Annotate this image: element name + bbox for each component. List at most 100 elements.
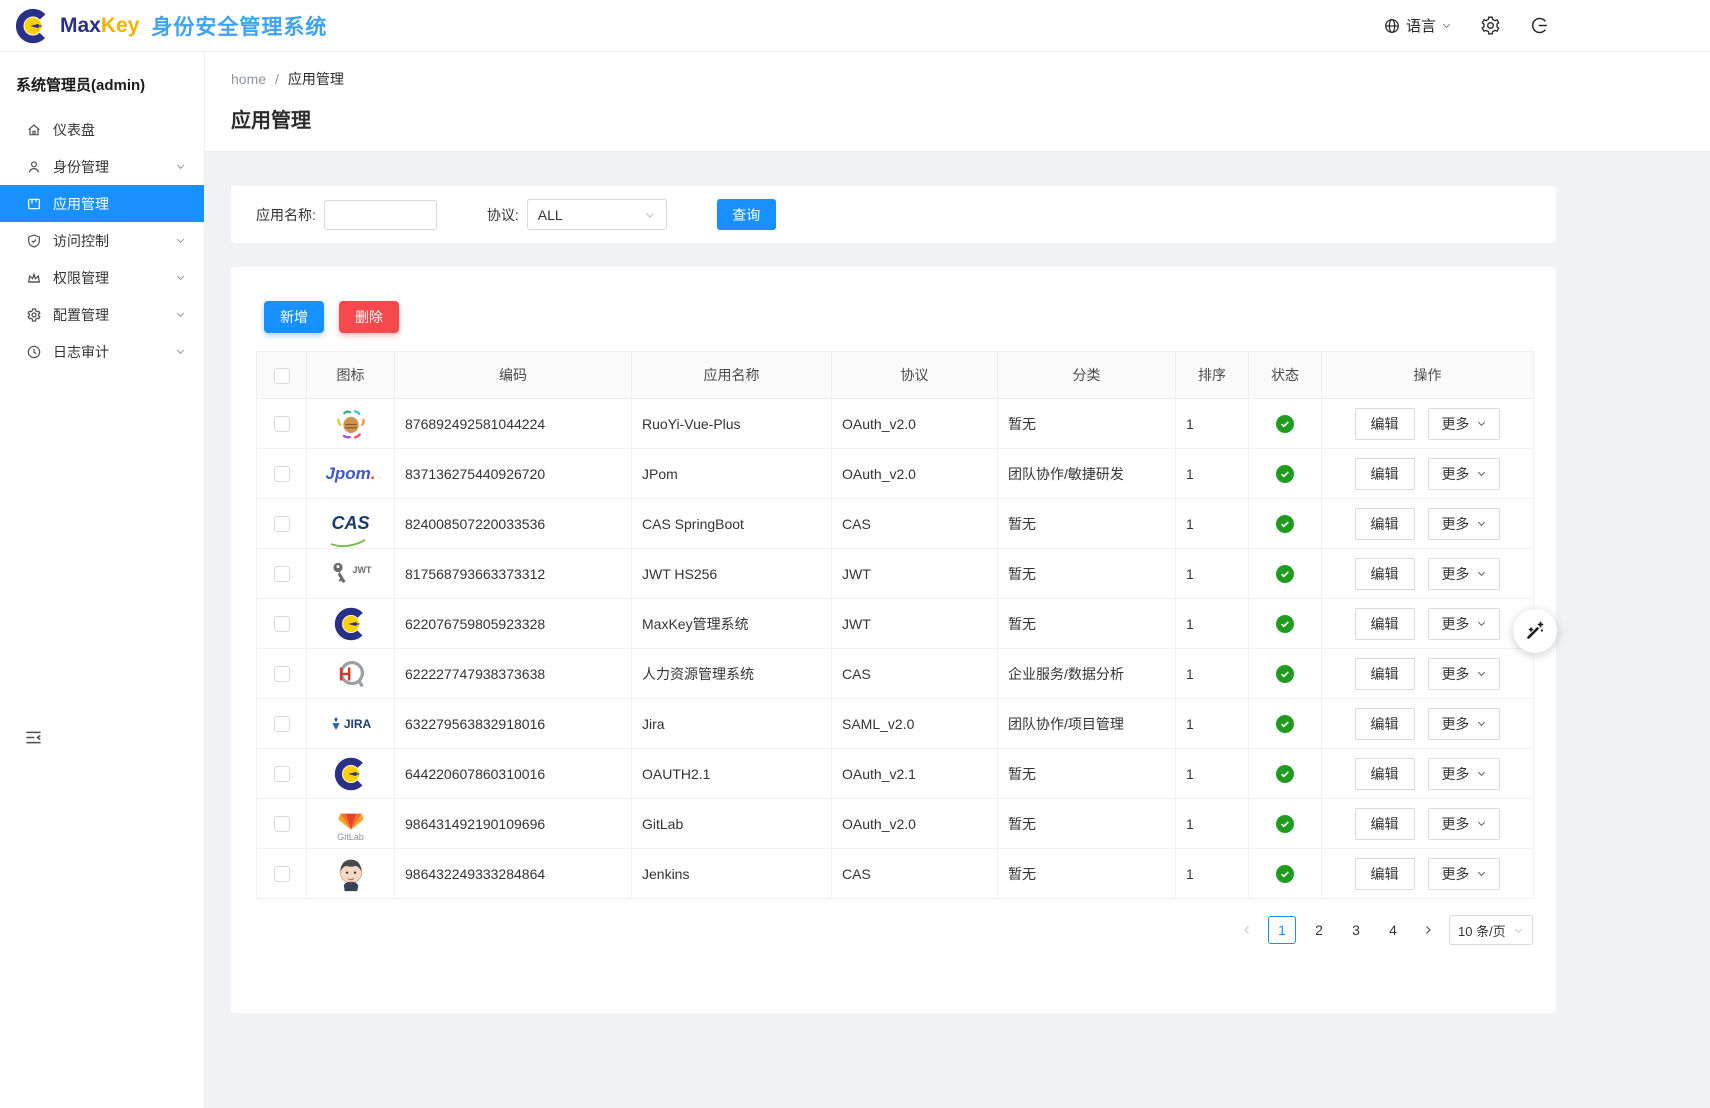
edit-button[interactable]: 编辑: [1355, 708, 1415, 740]
app-sort: 1: [1176, 549, 1249, 599]
select-all-checkbox[interactable]: [274, 368, 290, 384]
jira-app-icon: JIRA: [330, 704, 371, 744]
sidebar-nav: 仪表盘 身份管理 应用管理 访问控制: [0, 111, 204, 370]
protocol-select[interactable]: ALL: [527, 199, 667, 230]
search-button[interactable]: 查询: [717, 199, 776, 230]
table-row: JIRA 632279563832918016 Jira SAML_v2.0 团…: [257, 699, 1534, 749]
maxkey-logo-icon: [14, 7, 52, 45]
sidebar-item-permissions[interactable]: 权限管理: [0, 259, 204, 296]
edit-button[interactable]: 编辑: [1355, 608, 1415, 640]
more-button[interactable]: 更多: [1428, 758, 1500, 790]
sidebar-item-applications[interactable]: 应用管理: [0, 185, 204, 222]
page-size-value: 10 条/页: [1458, 921, 1506, 940]
crown-icon: [26, 270, 42, 286]
sidebar-collapse-button[interactable]: [24, 728, 43, 747]
maxkey-app-icon: [333, 606, 369, 642]
more-button[interactable]: 更多: [1428, 808, 1500, 840]
chevron-down-icon: [1476, 868, 1487, 879]
table-row: JWT 817568793663373312 JWT HS256 JWT 暂无 …: [257, 549, 1534, 599]
row-checkbox[interactable]: [274, 666, 290, 682]
more-button[interactable]: 更多: [1428, 458, 1500, 490]
add-button[interactable]: 新增: [264, 301, 324, 333]
row-checkbox[interactable]: [274, 866, 290, 882]
edit-button[interactable]: 编辑: [1355, 458, 1415, 490]
edit-button[interactable]: 编辑: [1355, 658, 1415, 690]
app-logo: MaxKey 身份安全管理系统: [14, 7, 327, 45]
app-protocol: SAML_v2.0: [832, 699, 998, 749]
pagination-page-3[interactable]: 3: [1342, 916, 1370, 944]
app-name: 人力资源管理系统: [632, 649, 832, 699]
more-button[interactable]: 更多: [1428, 558, 1500, 590]
app-name: Jenkins: [632, 849, 832, 899]
row-checkbox[interactable]: [274, 466, 290, 482]
app-sort: 1: [1176, 599, 1249, 649]
logout-button[interactable]: [1529, 15, 1550, 36]
chevron-down-icon: [175, 346, 186, 357]
app-category: 暂无: [998, 849, 1176, 899]
row-checkbox[interactable]: [274, 766, 290, 782]
sidebar-item-access-control[interactable]: 访问控制: [0, 222, 204, 259]
more-button[interactable]: 更多: [1428, 658, 1500, 690]
app-code: 632279563832918016: [395, 699, 632, 749]
row-checkbox[interactable]: [274, 516, 290, 532]
pagination-page-4[interactable]: 4: [1379, 916, 1407, 944]
edit-button[interactable]: 编辑: [1355, 558, 1415, 590]
current-user-label: 系统管理员(admin): [0, 52, 204, 103]
gitlab-app-icon: GitLab: [337, 804, 365, 844]
delete-button[interactable]: 删除: [339, 301, 399, 333]
sidebar-item-configuration[interactable]: 配置管理: [0, 296, 204, 333]
chevron-down-icon: [175, 309, 186, 320]
more-button[interactable]: 更多: [1428, 608, 1500, 640]
app-code: 817568793663373312: [395, 549, 632, 599]
pagination-page-1[interactable]: 1: [1268, 916, 1296, 944]
breadcrumb-home-link[interactable]: home: [231, 71, 266, 87]
chevron-down-icon: [175, 161, 186, 172]
app-name-filter-input[interactable]: [324, 200, 437, 230]
pagination-page-2[interactable]: 2: [1305, 916, 1333, 944]
row-checkbox[interactable]: [274, 816, 290, 832]
ai-assistant-button[interactable]: [1513, 609, 1557, 653]
app-sort: 1: [1176, 699, 1249, 749]
column-header-category: 分类: [998, 352, 1176, 399]
status-enabled-icon: [1276, 665, 1294, 683]
app-category: 暂无: [998, 749, 1176, 799]
settings-button[interactable]: [1480, 15, 1501, 36]
edit-button[interactable]: 编辑: [1355, 408, 1415, 440]
app-code: 876892492581044224: [395, 399, 632, 449]
jwt-app-icon: JWT: [330, 554, 372, 594]
app-code: 986431492190109696: [395, 799, 632, 849]
app-sort: 1: [1176, 649, 1249, 699]
pagination-next-button[interactable]: [1416, 916, 1440, 944]
jpom-app-icon: Jpom.: [325, 454, 375, 494]
edit-button[interactable]: 编辑: [1355, 808, 1415, 840]
status-enabled-icon: [1276, 515, 1294, 533]
page-size-select[interactable]: 10 条/页: [1449, 915, 1533, 945]
sidebar-item-audit-log[interactable]: 日志审计: [0, 333, 204, 370]
edit-button[interactable]: 编辑: [1355, 758, 1415, 790]
more-button[interactable]: 更多: [1428, 708, 1500, 740]
chevron-down-icon: [1476, 818, 1487, 829]
edit-button[interactable]: 编辑: [1355, 508, 1415, 540]
app-name: MaxKey管理系统: [632, 599, 832, 649]
more-button[interactable]: 更多: [1428, 858, 1500, 890]
chevron-down-icon: [1476, 468, 1487, 479]
row-checkbox[interactable]: [274, 616, 290, 632]
row-checkbox[interactable]: [274, 716, 290, 732]
app-code: 622076759805923328: [395, 599, 632, 649]
more-button[interactable]: 更多: [1428, 408, 1500, 440]
app-code: 986432249333284864: [395, 849, 632, 899]
more-button[interactable]: 更多: [1428, 508, 1500, 540]
row-checkbox[interactable]: [274, 416, 290, 432]
language-switcher[interactable]: 语言: [1383, 15, 1452, 36]
chevron-down-icon: [1476, 618, 1487, 629]
pagination-prev-button[interactable]: [1235, 916, 1259, 944]
breadcrumb: home / 应用管理: [231, 69, 1710, 89]
edit-button[interactable]: 编辑: [1355, 858, 1415, 890]
app-name: JPom: [632, 449, 832, 499]
table-panel: 新增 删除 图标 编码 应用名称 协议 分类 排序: [231, 267, 1556, 1013]
status-enabled-icon: [1276, 615, 1294, 633]
row-checkbox[interactable]: [274, 566, 290, 582]
sidebar-item-identity[interactable]: 身份管理: [0, 148, 204, 185]
sidebar-item-dashboard[interactable]: 仪表盘: [0, 111, 204, 148]
app-name: OAUTH2.1: [632, 749, 832, 799]
